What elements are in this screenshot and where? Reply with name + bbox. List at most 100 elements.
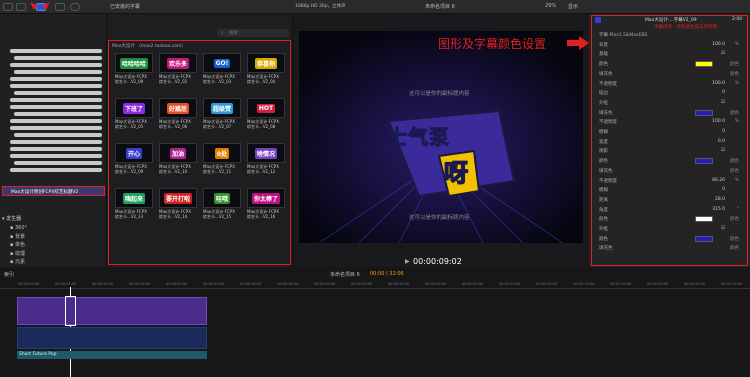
title-thumbnail[interactable]: 哈哈哈哈 Max大设计-FCPX 综艺卡...V2_09 bbox=[115, 53, 153, 87]
inspector-row-value[interactable]: 0 bbox=[722, 90, 725, 95]
title-clips-track[interactable] bbox=[17, 297, 207, 325]
inspector-row[interactable]: 宽度 0.0 bbox=[593, 139, 745, 146]
inspector-row-value[interactable]: 28.0 bbox=[715, 197, 725, 202]
browser-filter[interactable]: 已安装的字幕 bbox=[110, 3, 140, 10]
ruler-tick: 00:00:00:00 bbox=[18, 282, 40, 286]
zoom-level[interactable]: 29% bbox=[545, 3, 556, 9]
title-thumbnail[interactable]: 要开打啦 Max大设计-FCPX 综艺卡...V2_14 bbox=[159, 188, 197, 222]
index-button[interactable]: 索引 bbox=[4, 271, 14, 278]
play-icon[interactable]: ▶ bbox=[405, 258, 410, 265]
inspector-row[interactable]: 阴影 ☑ bbox=[593, 148, 745, 155]
inspector-row-value[interactable]: ☑ bbox=[721, 226, 725, 231]
sidebar-item-label: Max大设计原创FCPX综艺标题V2 bbox=[11, 190, 79, 195]
inspector-row[interactable]: 模糊 0 bbox=[593, 129, 745, 136]
title-thumbnail[interactable]: 加油 Max大设计-FCPX 综艺卡...V2_10 bbox=[159, 143, 197, 177]
color-swatch[interactable] bbox=[695, 216, 713, 223]
title-thumbnail[interactable]: 你太棒了 Max大设计-FCPX 综艺卡...V2_16 bbox=[247, 188, 285, 222]
inspector-row[interactable]: 填充色 颜色 bbox=[593, 168, 745, 175]
inspector-row[interactable]: 字幕 Max1.5&MaxEBS bbox=[593, 32, 745, 39]
inspector-row-value[interactable]: 100.0 bbox=[712, 42, 725, 47]
color-swatch[interactable] bbox=[695, 61, 713, 68]
inspector-row-value[interactable]: ☑ bbox=[721, 51, 725, 56]
search-input[interactable]: ⌕ 搜索 bbox=[217, 29, 289, 37]
inspector-row-value[interactable]: 86.26 bbox=[712, 178, 725, 183]
sticker-text: 哈哈哈哈 bbox=[119, 57, 148, 69]
inspector-row-value[interactable]: 100.0 bbox=[712, 81, 725, 86]
title-thumbnail[interactable]: 哇哦 Max大设计-FCPX 综艺卡...V2_15 bbox=[203, 188, 241, 222]
inspector-row[interactable]: 角度 315.0 ° bbox=[593, 207, 745, 214]
arrow-icon bbox=[567, 36, 589, 50]
sticker-text: 啥情况 bbox=[254, 147, 277, 159]
inspector-row-unit: % bbox=[734, 41, 739, 47]
sticker-text: 下班了 bbox=[122, 102, 145, 114]
inspector-row-value[interactable]: 100.0 bbox=[712, 119, 725, 124]
blurred-row bbox=[10, 126, 102, 130]
inspector-row[interactable]: 不透明度 100.0% bbox=[593, 119, 745, 126]
title-thumbnail[interactable]: 啥情况 Max大设计-FCPX 综艺卡...V2_12 bbox=[247, 143, 285, 177]
inspector-row[interactable]: 不透明度 86.26% bbox=[593, 178, 745, 185]
display-menu[interactable]: 显示 bbox=[568, 3, 578, 10]
title-thumbnail[interactable]: 欢乐多 Max大设计-FCPX 综艺卡...V2_02 bbox=[159, 53, 197, 87]
inspector-row[interactable]: 填充色 颜色 bbox=[593, 245, 745, 252]
inspector-row[interactable]: 背景 100.0% bbox=[593, 42, 745, 49]
inspector-row[interactable]: 颜色 颜色 bbox=[593, 235, 745, 243]
generator-item[interactable]: ▪ 元素 bbox=[10, 258, 27, 267]
inspector-row-value[interactable]: ☑ bbox=[721, 100, 725, 105]
inspector-row[interactable]: 距离 28.0 bbox=[593, 197, 745, 204]
inspector-row[interactable]: 颜色 颜色 bbox=[593, 216, 745, 223]
sidebar-item-selected[interactable]: Max大设计原创FCPX综艺标题V2 bbox=[2, 186, 105, 196]
generator-item[interactable]: ▪ 单色 bbox=[10, 241, 27, 250]
inspector-row-value[interactable]: ☑ bbox=[721, 148, 725, 153]
audio-clip[interactable]: Short Future Pop bbox=[17, 351, 207, 359]
inspector-row[interactable]: 填充色 颜色 bbox=[593, 71, 745, 78]
inspector-row[interactable]: 外框 ☑ bbox=[593, 226, 745, 233]
title-thumbnail[interactable]: GO! Max大设计-FCPX 综艺卡...V2_03 bbox=[203, 53, 241, 87]
inspector-row-value[interactable]: 315.0 bbox=[712, 207, 725, 212]
inspector-row[interactable]: 颜色 颜色 bbox=[593, 61, 745, 68]
inspector-row[interactable]: 填充色 颜色 bbox=[593, 109, 745, 117]
inspector-row-label: 填充色 bbox=[599, 71, 613, 77]
title-thumbnail[interactable]: 嗨起来 Max大设计-FCPX 综艺卡...V2_13 bbox=[115, 188, 153, 222]
inspector-row-value[interactable]: 0 bbox=[722, 187, 725, 192]
inspector-row[interactable]: 基础 ☑ bbox=[593, 51, 745, 58]
inspector-row-value[interactable]: 0 bbox=[722, 129, 725, 134]
ruler-tick: 00:00:45:00 bbox=[351, 282, 373, 286]
generator-item[interactable]: ▪ 背景 bbox=[10, 233, 27, 242]
arrow-icon bbox=[42, 2, 50, 10]
inspector: Max大设计-...字幕V2_09 2:00 字幕修改 - 修改颜色值与可修改 … bbox=[589, 14, 750, 267]
title-thumbnail[interactable]: 恭喜你 Max大设计-FCPX 综艺卡...V2_04 bbox=[247, 53, 285, 87]
video-clip[interactable] bbox=[17, 327, 207, 349]
blurred-row bbox=[10, 98, 102, 102]
color-swatch[interactable] bbox=[695, 158, 713, 165]
generator-item[interactable]: ▪ 纹理 bbox=[10, 250, 27, 259]
inspector-row[interactable]: 模糊 0 bbox=[593, 187, 745, 194]
selected-clip[interactable] bbox=[65, 296, 76, 326]
inspector-row[interactable]: 不透明度 100.0% bbox=[593, 81, 745, 88]
blurred-row bbox=[10, 147, 102, 151]
title-thumbnail[interactable]: HOT Max大设计-FCPX 综艺卡...V2_08 bbox=[247, 98, 285, 132]
viewer-canvas[interactable]: 这可以是你的副标题内容 士气泵 呀 这可以是你的副标题内容 bbox=[299, 31, 583, 243]
titles-tab-icon[interactable] bbox=[595, 17, 601, 23]
generators-header[interactable]: ▾ 发生器 bbox=[2, 215, 21, 222]
thumbnail-preview: 哇哦 bbox=[203, 188, 241, 208]
import-button[interactable] bbox=[3, 3, 13, 11]
title-thumbnail[interactable]: 好尴尬 Max大设计-FCPX 综艺卡...V2_06 bbox=[159, 98, 197, 132]
title-thumbnail[interactable]: 下班了 Max大设计-FCPX 综艺卡...V2_05 bbox=[115, 98, 153, 132]
title-thumbnail[interactable]: 超级赞 Max大设计-FCPX 综艺卡...V2_07 bbox=[203, 98, 241, 132]
title-thumbnail[interactable]: 开心 Max大设计-FCPX 综艺卡...V2_09 bbox=[115, 143, 153, 177]
timeline-ruler[interactable]: 00:00:00:00 00:00:05:00 00:00:10:00 00:00:1… bbox=[0, 281, 750, 289]
inspector-row-value[interactable]: 0.0 bbox=[718, 139, 725, 144]
inspector-row[interactable]: 描边 0 bbox=[593, 90, 745, 97]
viewer-title: 未命名项目 6 bbox=[425, 4, 455, 10]
inspector-row-unit: 颜色 bbox=[730, 71, 739, 77]
color-swatch[interactable] bbox=[695, 235, 713, 242]
sticker-text: HOT bbox=[256, 103, 276, 113]
color-swatch[interactable] bbox=[695, 109, 713, 116]
title-thumbnail[interactable]: 0处 Max大设计-FCPX 综艺卡...V2_11 bbox=[203, 143, 241, 177]
sticker-text: 你太棒了 bbox=[251, 192, 280, 204]
background-tasks-button[interactable] bbox=[70, 3, 80, 11]
inspector-row[interactable]: 外框 ☑ bbox=[593, 100, 745, 107]
inspector-row[interactable]: 颜色 颜色 bbox=[593, 158, 745, 165]
arrow-icon bbox=[30, 2, 38, 10]
generator-item[interactable]: ▪ 360° bbox=[10, 224, 27, 233]
